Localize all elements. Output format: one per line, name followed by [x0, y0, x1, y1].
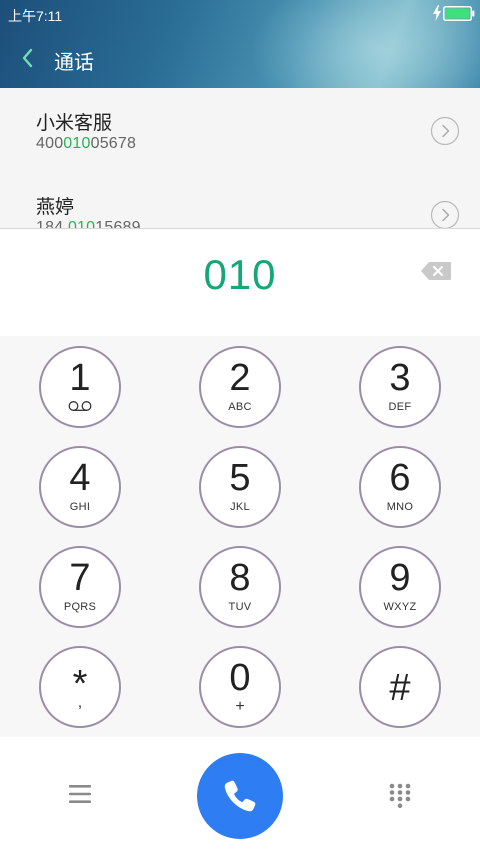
status-time: 上午7:11 — [8, 8, 63, 24]
key-letters: DEF — [388, 401, 412, 413]
key-digit: 5 — [229, 457, 251, 499]
key-letters: WXYZ — [383, 601, 417, 613]
key-sub: + — [235, 698, 245, 715]
phone-icon — [224, 780, 256, 812]
key-digit: 8 — [229, 557, 251, 599]
dialed-number-panel: 010 — [0, 228, 480, 336]
chevron-right-circle-icon[interactable] — [430, 116, 460, 146]
key-hash[interactable]: # — [359, 646, 441, 728]
number-match-highlight: 010 — [67, 219, 96, 228]
contact-number: 184 01015689 — [36, 219, 141, 228]
key-digit: 1 — [69, 357, 91, 399]
dialed-number[interactable]: 010 — [0, 251, 480, 299]
key-sub: , — [77, 694, 83, 711]
key-digit: 2 — [229, 357, 251, 399]
chevron-left-icon[interactable] — [16, 44, 40, 72]
keypad-icon[interactable] — [388, 783, 412, 809]
header: 上午7:11 通话 — [0, 0, 480, 88]
key-5[interactable]: 5 JKL — [199, 446, 281, 528]
matching-contacts-list: 小米客服 40001005678 燕婷 184 01015689 — [0, 88, 480, 228]
key-digit: # — [389, 667, 411, 709]
key-8[interactable]: 8 TUV — [199, 546, 281, 628]
page-title: 通话 — [54, 52, 94, 74]
list-item[interactable]: 燕婷 184 01015689 — [0, 172, 480, 228]
key-0[interactable]: 0 + — [199, 646, 281, 728]
key-4[interactable]: 4 GHI — [39, 446, 121, 528]
voicemail-icon — [68, 401, 92, 411]
key-9[interactable]: 9 WXYZ — [359, 546, 441, 628]
contact-name: 小米客服 — [36, 113, 113, 134]
status-bar: 上午7:11 — [0, 0, 480, 28]
key-2[interactable]: 2 ABC — [199, 346, 281, 428]
list-item[interactable]: 小米客服 40001005678 — [0, 88, 480, 172]
key-letters: GHI — [69, 501, 91, 513]
contact-name: 燕婷 — [36, 197, 75, 218]
key-letters: JKL — [230, 501, 250, 513]
number-match-highlight: 010 — [63, 135, 91, 152]
key-7[interactable]: 7 PQRS — [39, 546, 121, 628]
key-digit: 4 — [69, 457, 91, 499]
bottom-action-bar — [0, 737, 480, 853]
key-letters: TUV — [228, 601, 252, 613]
key-letters: ABC — [228, 401, 252, 413]
nav-bar: 通话 — [0, 36, 480, 80]
key-letters: PQRS — [63, 601, 97, 613]
key-digit: 7 — [69, 557, 91, 599]
dial-keypad: 1 2 ABC 3 DEF 4 GHI 5 JKL 6 MNO 7 PQRS 8… — [0, 336, 480, 736]
key-letters: MNO — [386, 501, 414, 513]
battery-icon — [443, 6, 475, 21]
key-digit: 0 — [229, 657, 251, 699]
key-digit: 6 — [389, 457, 411, 499]
backspace-icon[interactable] — [420, 261, 452, 281]
chevron-right-circle-icon[interactable] — [430, 200, 460, 228]
key-digit: 3 — [389, 357, 411, 399]
key-1[interactable]: 1 — [39, 346, 121, 428]
key-3[interactable]: 3 DEF — [359, 346, 441, 428]
charging-icon — [433, 5, 441, 21]
key-digit: 9 — [389, 557, 411, 599]
key-star[interactable]: * , — [39, 646, 121, 728]
call-button[interactable] — [197, 753, 283, 839]
key-6[interactable]: 6 MNO — [359, 446, 441, 528]
menu-icon[interactable] — [68, 783, 92, 805]
contact-number: 40001005678 — [36, 135, 137, 152]
